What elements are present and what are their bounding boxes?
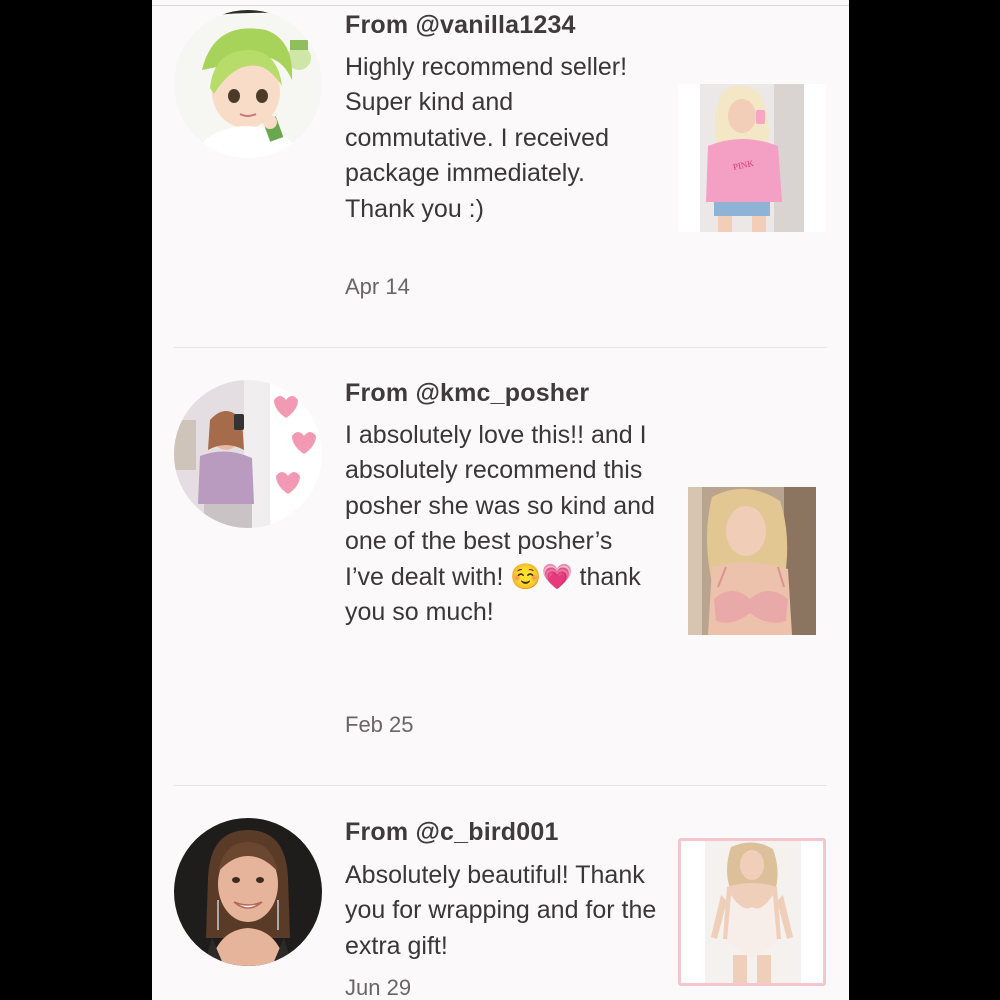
anime-girl-avatar-icon[interactable] <box>174 10 322 158</box>
pink-bra-photo-icon[interactable] <box>688 487 816 635</box>
review-date: Apr 14 <box>345 274 410 299</box>
review-item: From @kmc_posher I absolutely love this!… <box>152 348 849 786</box>
review-author[interactable]: From @c_bird001 <box>345 818 559 847</box>
smiling-woman-avatar-icon[interactable] <box>174 818 322 966</box>
review-date: Feb 25 <box>345 712 414 737</box>
review-text: I absolutely love this!! and I absolutel… <box>345 421 655 627</box>
review-author[interactable]: From @vanilla1234 <box>345 11 576 40</box>
review-date: Jun 29 <box>345 975 412 1000</box>
review-text: Absolutely beautiful! Thank you for wrap… <box>345 861 657 960</box>
review-item: From @c_bird001 Absolutely beautiful! Th… <box>152 786 849 1000</box>
review-item: From @vanilla1234 Highly recommend selle… <box>152 0 849 348</box>
review-text: Highly recommend seller! Super kind and … <box>345 53 628 223</box>
white-bodysuit-photo-icon[interactable] <box>678 838 826 986</box>
review-author[interactable]: From @kmc_posher <box>345 379 589 408</box>
selfie-avatar-icon[interactable] <box>174 380 322 528</box>
reviews-screen: From @vanilla1234 Highly recommend selle… <box>152 0 849 1000</box>
pink-sweatshirt-photo-icon[interactable]: PINK <box>678 84 826 232</box>
